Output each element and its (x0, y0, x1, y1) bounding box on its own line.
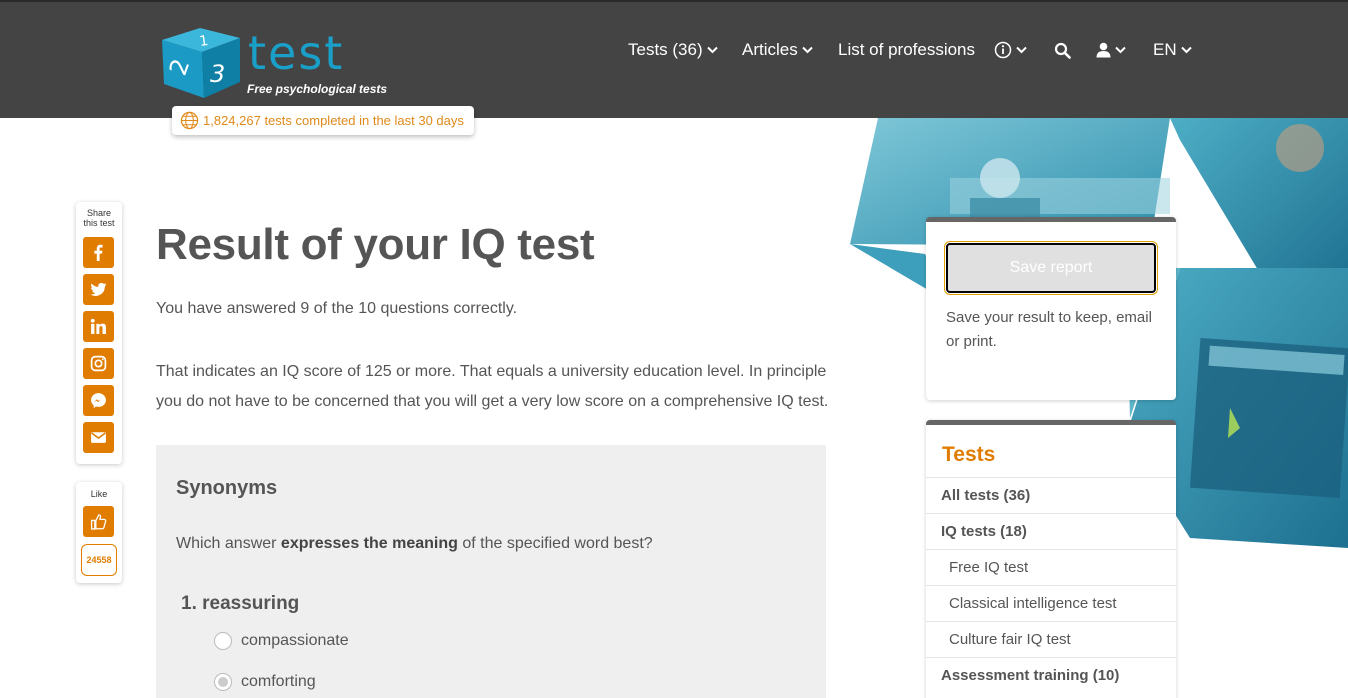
nav-articles[interactable]: Articles (742, 40, 813, 60)
thumbs-up-icon (90, 514, 107, 530)
logo-digit-3: 3 (210, 60, 225, 88)
share-title: Share this test (76, 208, 122, 228)
chevron-down-icon (1180, 46, 1192, 54)
tests-menu-classical-intelligence-test[interactable]: Classical intelligence test (926, 585, 1176, 621)
nav-tests-label: Tests (36) (628, 40, 703, 59)
question-review-box: Synonyms Which answer expresses the mean… (156, 445, 826, 698)
question-prompt-start: Which answer (176, 535, 281, 552)
save-report-button[interactable]: Save report (944, 241, 1158, 295)
dice-logo-icon: 1 2 3 (162, 28, 240, 98)
share-messenger-button[interactable] (83, 385, 114, 416)
share-panel: Share this test (76, 202, 122, 464)
tests-menu-all-tests[interactable]: All tests (36) (926, 477, 1176, 513)
like-button[interactable] (83, 506, 114, 537)
tests-menu-assessment-training[interactable]: Assessment training (10) (926, 657, 1176, 693)
page-title: Result of your IQ test (156, 220, 595, 269)
like-title: Like (90, 489, 108, 499)
counter-text: 1,824,267 tests completed in the last 30… (203, 113, 464, 128)
radio-button-selected[interactable] (214, 673, 232, 691)
user-icon (1096, 42, 1111, 58)
question-item-title: 1. reassuring (181, 593, 300, 614)
save-report-note: Save your result to keep, email or print… (946, 309, 1152, 350)
twitter-icon (90, 282, 107, 296)
chevron-down-icon (1115, 46, 1126, 54)
instagram-icon (90, 355, 107, 372)
answer-option-label: compassionate (241, 632, 349, 649)
nav-articles-label: Articles (742, 40, 798, 59)
email-icon (91, 432, 106, 443)
facebook-icon (94, 244, 103, 261)
question-prompt: Which answer expresses the meaning of th… (176, 535, 653, 553)
tests-menu-iq-tests[interactable]: IQ tests (18) (926, 513, 1176, 549)
answer-option-label: comforting (241, 673, 316, 690)
share-facebook-button[interactable] (83, 237, 114, 268)
tests-menu-culture-fair-iq-test[interactable]: Culture fair IQ test (926, 621, 1176, 657)
question-prompt-end: of the specified word best? (457, 535, 653, 552)
nav-language-label: EN (1153, 40, 1177, 59)
nav-info[interactable] (994, 41, 1027, 59)
question-prompt-emphasis: expresses the meaning (280, 535, 458, 552)
tests-menu-title: Tests (942, 443, 996, 466)
nav-account[interactable] (1096, 42, 1126, 58)
tests-completed-counter: 1,824,267 tests completed in the last 30… (172, 106, 474, 135)
share-twitter-button[interactable] (83, 274, 114, 305)
save-report-card: Save report Save your result to keep, em… (926, 217, 1176, 400)
share-linkedin-button[interactable] (83, 311, 114, 342)
nav-search[interactable] (1054, 42, 1071, 59)
chevron-down-icon (706, 46, 718, 54)
logo-tagline: Free psychological tests (247, 82, 388, 96)
logo-wordmark: test (248, 26, 345, 80)
share-email-button[interactable] (83, 422, 114, 453)
like-panel: Like 24558 (76, 482, 122, 583)
share-title-line2: this test (83, 218, 115, 228)
share-instagram-button[interactable] (83, 348, 114, 379)
score-interpretation: That indicates an IQ score of 125 or mor… (156, 363, 829, 410)
answer-option-selected[interactable]: comforting (214, 673, 316, 691)
tests-menu-free-iq-test[interactable]: Free IQ test (926, 549, 1176, 585)
info-icon (994, 41, 1012, 59)
radio-button[interactable] (214, 632, 232, 650)
chevron-down-icon (1016, 46, 1027, 54)
nav-professions[interactable]: List of professions (838, 40, 975, 60)
answered-summary: You have answered 9 of the 10 questions … (156, 300, 518, 317)
tests-menu: Tests All tests (36) IQ tests (18) Free … (926, 420, 1176, 698)
answer-option[interactable]: compassionate (214, 632, 349, 650)
chevron-down-icon (802, 46, 813, 54)
site-header: 1 2 3 test Free psychological tests Test… (0, 0, 1348, 118)
question-section-heading: Synonyms (176, 477, 278, 499)
globe-icon (180, 111, 199, 130)
nav-language[interactable]: EN (1153, 40, 1192, 60)
nav-professions-label: List of professions (838, 40, 976, 59)
like-count: 24558 (81, 544, 117, 576)
linkedin-icon (90, 318, 106, 334)
site-logo[interactable]: 1 2 3 test Free psychological tests (160, 22, 390, 102)
messenger-icon (91, 393, 106, 408)
share-title-line1: Share (86, 208, 112, 218)
nav-tests[interactable]: Tests (36) (628, 40, 718, 60)
search-icon (1054, 42, 1071, 59)
